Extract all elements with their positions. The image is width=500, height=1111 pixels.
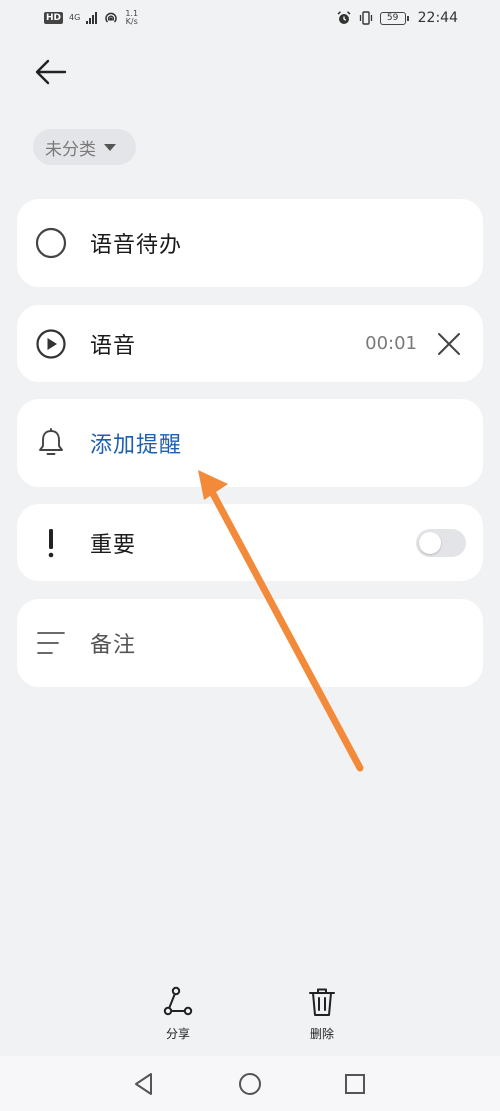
remove-voice-button[interactable] — [435, 330, 463, 358]
trash-icon — [309, 988, 335, 1016]
exclamation-icon-wrap — [33, 525, 69, 561]
system-nav-bar — [0, 1056, 500, 1111]
todo-card: 语音待办 — [17, 199, 483, 287]
delete-label: 删除 — [309, 1027, 334, 1041]
important-card: 重要 — [17, 504, 483, 581]
vibrate-icon — [359, 11, 372, 25]
network-type-label: 4G — [69, 13, 81, 22]
battery-level: 59 — [386, 13, 399, 23]
add-reminder-label[interactable]: 添加提醒 — [90, 427, 182, 459]
voice-duration: 00:01 — [365, 333, 417, 354]
signal-icon — [86, 12, 98, 24]
alarm-icon — [337, 11, 351, 24]
network-type: 4G — [69, 14, 80, 22]
battery-icon: 59 — [379, 11, 409, 25]
category-dropdown[interactable]: 未分类 — [33, 129, 136, 165]
nav-recents-square-icon — [345, 1074, 365, 1094]
share-button[interactable]: 分享 — [148, 985, 208, 1042]
nav-home-button[interactable] — [236, 1070, 264, 1098]
note-icon-wrap — [33, 625, 69, 661]
delete-button[interactable]: 删除 — [292, 985, 352, 1042]
status-left: HD 4G 1.1 K/s — [44, 10, 138, 26]
status-bar: HD 4G 1.1 K/s 59 22:44 — [0, 0, 500, 36]
play-icon — [36, 328, 66, 359]
nav-recents-button[interactable] — [341, 1070, 369, 1098]
reminder-card[interactable]: 添加提醒 — [17, 399, 483, 487]
share-label: 分享 — [165, 1027, 190, 1041]
note-label[interactable]: 备注 — [90, 627, 136, 659]
back-arrow-icon — [35, 59, 67, 85]
close-icon — [438, 332, 460, 355]
play-button[interactable] — [33, 326, 69, 362]
share-icon — [163, 986, 193, 1016]
nav-home-circle-icon — [239, 1073, 261, 1095]
bell-icon-wrap — [33, 425, 69, 461]
status-clock: 22:44 — [417, 10, 458, 26]
hotspot-icon — [105, 12, 118, 23]
circle-checkbox-icon — [35, 227, 67, 259]
status-right: 59 22:44 — [336, 10, 458, 26]
exclamation-icon — [48, 528, 54, 557]
network-speed-unit: K/s — [125, 17, 138, 26]
nav-back-triangle-icon — [135, 1073, 152, 1095]
toggle-knob — [419, 531, 441, 554]
hd-badge: HD — [44, 12, 64, 24]
important-toggle[interactable] — [416, 528, 466, 557]
note-card[interactable]: 备注 — [17, 599, 483, 687]
voice-card: 语音 00:01 — [17, 305, 483, 382]
bottom-action-bar: 分享 删除 — [0, 985, 500, 1055]
nav-back-button[interactable] — [130, 1070, 158, 1098]
dropdown-caret-icon — [104, 143, 116, 151]
network-speed: 1.1 K/s — [125, 10, 138, 26]
category-label: 未分类 — [45, 139, 96, 160]
note-lines-icon — [37, 632, 65, 654]
important-label: 重要 — [90, 532, 137, 558]
bell-icon — [39, 428, 63, 455]
voice-label: 语音 — [90, 333, 137, 359]
back-button[interactable] — [32, 56, 68, 88]
todo-title[interactable]: 语音待办 — [90, 227, 182, 259]
todo-checkbox[interactable] — [33, 225, 69, 261]
